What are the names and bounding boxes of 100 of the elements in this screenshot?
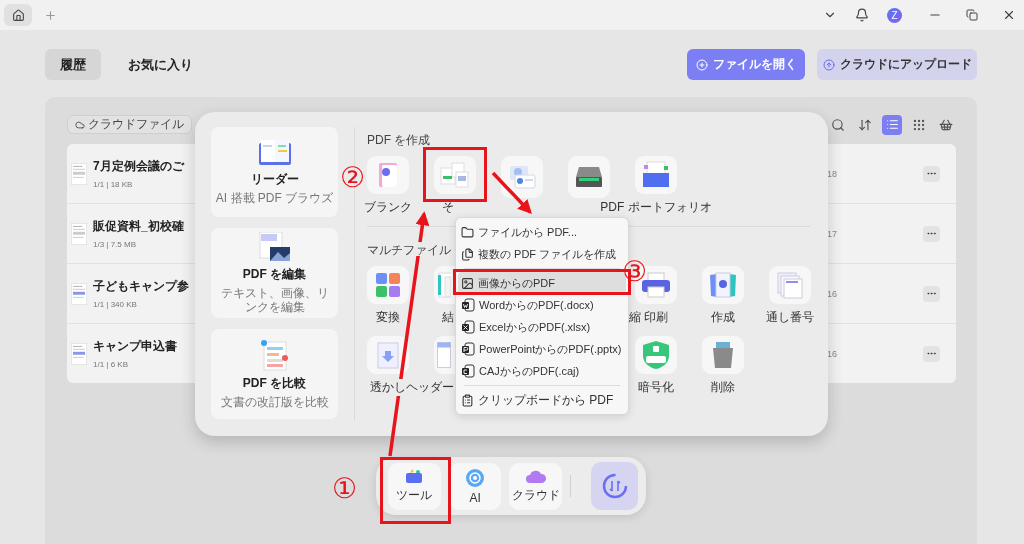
menu-item[interactable]: ファイルから PDF...	[458, 221, 626, 243]
plus-circle-icon	[695, 58, 708, 71]
basket-icon	[939, 117, 953, 132]
card-subtitle: 文書の改訂版を比較	[219, 395, 330, 410]
dock-button[interactable]: ツール	[388, 462, 441, 510]
card-subtitle: テキスト、画像、リンクを編集	[219, 286, 330, 315]
card-title: PDF を比較	[242, 374, 307, 392]
tool-label: 通し番号	[766, 309, 814, 326]
menu-item[interactable]: WordからのPDF(.docx)	[458, 294, 626, 316]
upload-button[interactable]: クラウドにアップロード	[817, 49, 977, 80]
dock-button[interactable]: クラウド	[509, 462, 563, 510]
close-icon[interactable]	[1002, 8, 1016, 22]
document-letter-icon	[461, 298, 475, 312]
tool-tile[interactable]	[769, 266, 811, 304]
tool-label: 暗号化	[638, 379, 674, 396]
restore-icon[interactable]	[966, 9, 978, 21]
tool-label: 結	[442, 309, 454, 326]
file-name[interactable]: 7月定例会議のご	[93, 158, 184, 175]
tool-label: 削除	[711, 379, 735, 396]
new-tab-icon[interactable]	[44, 8, 57, 22]
file-name[interactable]: 子どもキャンプ参	[93, 278, 189, 295]
avatar[interactable]: Z	[887, 7, 902, 23]
home-tab[interactable]	[4, 4, 32, 26]
section-heading: PDF を作成	[367, 132, 431, 146]
file-name[interactable]: 販促資料_初校確	[93, 218, 184, 235]
tool-tile[interactable]	[434, 156, 476, 194]
bell-icon[interactable]	[855, 8, 869, 22]
tool-tile[interactable]	[367, 336, 409, 374]
ai-orb-icon	[465, 467, 486, 488]
documents-icon	[440, 162, 470, 188]
trash-can-icon	[711, 341, 735, 369]
feature-card[interactable]: リーダー AI 搭載 PDF ブラウズ	[211, 127, 338, 217]
list-view-button[interactable]	[882, 114, 902, 135]
tool-tile[interactable]	[568, 156, 610, 198]
tool-label: ヘッダー	[406, 379, 454, 396]
home-icon	[11, 8, 25, 22]
file-meta: 1/3 | 7.5 MB	[93, 240, 137, 249]
cloud-icon	[75, 119, 85, 130]
documents-icon	[437, 272, 451, 298]
more-button[interactable]	[923, 345, 940, 362]
tool-tile[interactable]	[501, 156, 543, 198]
more-button[interactable]	[923, 165, 940, 182]
document-letter-icon	[461, 342, 475, 356]
tool-tile[interactable]	[367, 266, 409, 304]
shield-lock-icon	[642, 340, 670, 370]
portfolio-icon	[641, 161, 671, 189]
document-letter-icon	[461, 320, 475, 334]
clipboard-icon	[461, 393, 474, 407]
list-icon	[885, 118, 899, 131]
document-thumbnail	[71, 162, 87, 185]
feature-card[interactable]: PDF を編集 テキスト、画像、リンクを編集	[211, 228, 338, 318]
edit-document-icon	[257, 231, 292, 262]
tool-label: ブランク	[364, 199, 412, 216]
step-marker: ②	[340, 164, 366, 192]
document-thumbnail	[71, 342, 87, 365]
dock-button[interactable]: AI	[448, 462, 502, 510]
file-date: 17	[827, 228, 837, 239]
tool-tile[interactable]	[702, 266, 744, 304]
tool-tile[interactable]	[635, 336, 677, 374]
header-document-icon	[437, 342, 451, 368]
compare-document-icon	[259, 338, 290, 371]
toolbox-icon	[405, 468, 424, 484]
grid-icon	[912, 117, 926, 132]
menu-item[interactable]: PowerPointからのPDF(.pptx)	[458, 338, 626, 360]
id-card-icon	[507, 164, 537, 190]
menu-item[interactable]: クリップボードから PDF	[458, 389, 626, 411]
file-name[interactable]: キャンプ申込書	[93, 338, 177, 355]
document-thumbnail	[71, 222, 87, 245]
nav-tab[interactable]: 履歴	[45, 49, 101, 80]
cloud-files-chip[interactable]: クラウドファイル	[67, 115, 192, 134]
highlight-frame	[380, 457, 451, 524]
folder-icon	[461, 225, 474, 239]
tool-tile[interactable]	[702, 336, 744, 374]
scanner-icon	[574, 165, 604, 189]
sync-button[interactable]	[591, 462, 638, 510]
convert-icon	[375, 272, 401, 298]
card-title: リーダー	[250, 170, 299, 188]
feature-card[interactable]: PDF を比較 文書の改訂版を比較	[211, 329, 338, 419]
book-icon	[257, 138, 292, 167]
files-icon	[461, 247, 474, 261]
arrow	[491, 171, 532, 215]
file-date: 16	[827, 288, 837, 299]
menu-item[interactable]: CAJからのPDF(.caj)	[458, 360, 626, 382]
cloud-icon	[524, 468, 547, 484]
tool-tile[interactable]	[367, 156, 409, 194]
watermark-icon	[375, 341, 401, 369]
sync-icon	[600, 472, 629, 500]
menu-item[interactable]: ExcelからのPDF(.xlsx)	[458, 316, 626, 338]
tool-label: 作成	[711, 309, 735, 326]
file-meta: 1/1 | 18 KB	[93, 180, 134, 189]
nav-tab[interactable]: お気に入り	[113, 49, 208, 80]
create-document-icon	[708, 271, 738, 299]
menu-item[interactable]: 複数の PDF ファイルを作成	[458, 243, 626, 265]
tool-tile[interactable]	[635, 156, 677, 194]
document-thumbnail	[71, 282, 87, 305]
search-icon	[831, 117, 845, 132]
tool-label: 透かし	[370, 379, 406, 396]
more-button[interactable]	[923, 285, 940, 302]
more-button[interactable]	[923, 225, 940, 242]
section-heading: マルチファイル	[367, 242, 451, 256]
